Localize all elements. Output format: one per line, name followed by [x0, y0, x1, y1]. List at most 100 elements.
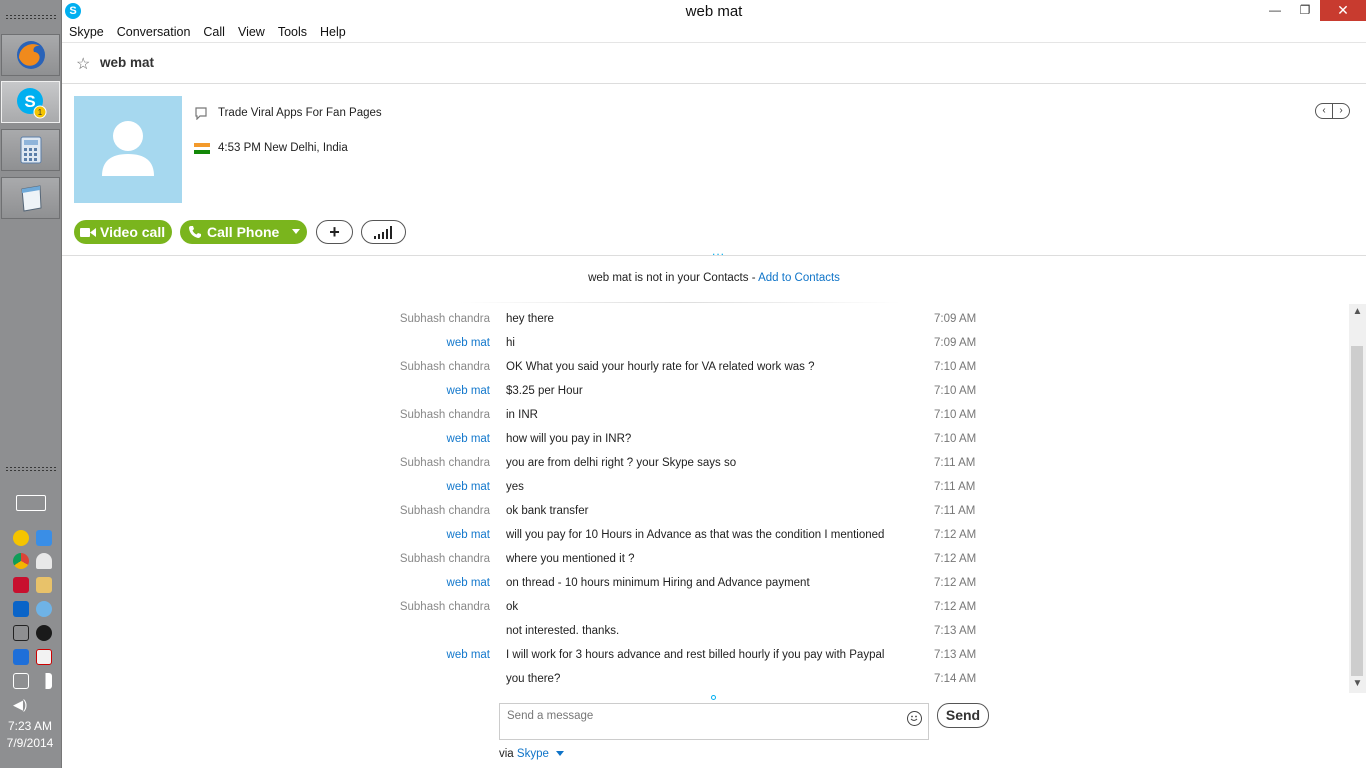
message-sender[interactable]: Subhash chandra [400, 505, 490, 517]
menu-help[interactable]: Help [313, 23, 352, 39]
message-text: will you pay for 10 Hours in Advance as … [506, 529, 885, 541]
message-sender[interactable]: web mat [447, 577, 490, 589]
signal-icon[interactable] [36, 673, 52, 689]
menu-conversation[interactable]: Conversation [110, 23, 197, 39]
message-text: hey there [506, 313, 554, 325]
mail-icon[interactable] [36, 577, 52, 593]
message-sender[interactable]: Subhash chandra [400, 409, 490, 421]
call-phone-label: Call Phone [207, 224, 280, 240]
message-text: you are from delhi right ? your Skype sa… [506, 457, 737, 469]
video-call-button[interactable]: Video call [74, 220, 172, 244]
contact-notice: web mat is not in your Contacts - Add to… [62, 272, 1366, 284]
message-text: yes [506, 481, 524, 493]
message-text: how will you pay in INR? [506, 433, 632, 445]
message-text: on thread - 10 hours minimum Hiring and … [506, 577, 810, 589]
scroll-up-icon[interactable]: ▲ [1349, 306, 1366, 317]
message-row: web mat I will work for 3 hours advance … [62, 649, 1342, 669]
next-arrow-icon[interactable]: › [1333, 104, 1349, 118]
phone-icon [189, 226, 201, 238]
message-sender[interactable]: web mat [447, 337, 490, 349]
volume-icon[interactable]: ◀) [13, 697, 29, 713]
message-time: 7:13 AM [934, 625, 977, 637]
message-sender[interactable]: web mat [447, 529, 490, 541]
emoticon-icon[interactable] [907, 711, 922, 726]
mood-message-icon [195, 107, 207, 120]
message-sender[interactable]: web mat [447, 481, 490, 493]
restore-button[interactable]: ❐ [1290, 0, 1320, 21]
message-text: you there? [506, 673, 561, 685]
minimize-button[interactable]: — [1260, 0, 1290, 21]
taskbar-date[interactable]: 7/9/2014 [0, 736, 60, 750]
menu-view[interactable]: View [231, 23, 271, 39]
add-button[interactable]: + [316, 220, 353, 244]
taskbar-notepad[interactable] [1, 177, 60, 219]
video-call-label: Video call [100, 224, 166, 240]
chat-scrollbar[interactable]: ▲ ▼ [1349, 304, 1366, 693]
conversation-header: ☆ web mat [62, 43, 1366, 84]
message-sender[interactable]: web mat [447, 385, 490, 397]
menu-tools[interactable]: Tools [271, 23, 313, 39]
outlook-icon[interactable] [13, 601, 29, 617]
onedrive-icon[interactable] [36, 530, 52, 546]
message-row: Subhash chandra ok 7:12 AM [62, 601, 1342, 621]
call-phone-button[interactable]: Call Phone [180, 220, 307, 244]
message-text: I will work for 3 hours advance and rest… [506, 649, 885, 661]
calculator-icon [20, 136, 41, 164]
via-skype-link[interactable]: Skype [517, 748, 549, 760]
message-row: web mat will you pay for 10 Hours in Adv… [62, 529, 1342, 549]
taskbar-time[interactable]: 7:23 AM [0, 719, 60, 733]
menu-call[interactable]: Call [196, 23, 231, 39]
message-time: 7:11 AM [934, 505, 976, 517]
message-row: web mat yes 7:11 AM [62, 481, 1342, 501]
avatar[interactable] [74, 96, 182, 203]
call-quality-button[interactable] [361, 220, 406, 244]
chrome-icon[interactable] [13, 553, 29, 569]
message-text: where you mentioned it ? [506, 553, 635, 565]
message-sender[interactable]: Subhash chandra [400, 553, 490, 565]
menu-bar: Skype Conversation Call View Tools Help [62, 23, 1366, 43]
close-button[interactable]: ✕ [1320, 0, 1366, 21]
call-dropdown-icon[interactable] [292, 229, 300, 234]
bell-icon[interactable] [36, 553, 52, 569]
prev-arrow-icon[interactable]: ‹ [1316, 104, 1333, 118]
message-sender[interactable]: web mat [447, 649, 490, 661]
scroll-down-icon[interactable]: ▼ [1349, 678, 1366, 689]
via-dropdown-icon[interactable] [556, 751, 565, 757]
add-to-contacts-link[interactable]: Add to Contacts [758, 272, 840, 284]
message-time: 7:09 AM [934, 313, 977, 325]
taskbar-grip[interactable] [5, 14, 57, 20]
send-button[interactable]: Send [937, 703, 989, 728]
taskbar-firefox[interactable] [1, 34, 60, 76]
message-sender[interactable]: Subhash chandra [400, 313, 490, 325]
profile-panel: Trade Viral Apps For Fan Pages 4:53 PM N… [62, 84, 1366, 258]
message-sender[interactable]: Subhash chandra [400, 457, 490, 469]
favorite-star-icon[interactable]: ☆ [76, 54, 90, 74]
skype-icon: S 1 [16, 88, 46, 119]
message-row: Subhash chandra hey there 7:09 AM [62, 313, 1342, 333]
teamviewer-icon[interactable] [13, 649, 29, 665]
taskbar-calculator[interactable] [1, 129, 60, 171]
skype-tray-icon[interactable] [13, 530, 29, 546]
signal-bars-icon [373, 225, 392, 239]
monitor-icon[interactable] [13, 625, 29, 641]
window-title: web mat [685, 3, 743, 20]
scroll-thumb[interactable] [1351, 346, 1363, 676]
menu-skype[interactable]: Skype [62, 23, 110, 39]
message-input[interactable]: Send a message [499, 703, 929, 740]
message-time: 7:10 AM [934, 361, 977, 373]
typing-indicator-icon [711, 695, 716, 700]
taskbar-grip-lower[interactable] [5, 466, 57, 472]
message-sender[interactable]: web mat [447, 433, 490, 445]
message-time: 7:12 AM [934, 577, 977, 589]
network-share-icon[interactable] [36, 601, 52, 617]
expand-profile-icon[interactable]: ... [712, 244, 725, 258]
taskbar-skype[interactable]: S 1 [1, 81, 60, 123]
message-sender[interactable]: Subhash chandra [400, 361, 490, 373]
power-icon[interactable] [13, 673, 29, 689]
message-row: web mat how will you pay in INR? 7:10 AM [62, 433, 1342, 453]
action-center-icon[interactable] [36, 649, 52, 665]
adobe-icon[interactable] [13, 577, 29, 593]
bluetooth-icon[interactable] [36, 625, 52, 641]
message-sender[interactable]: Subhash chandra [400, 601, 490, 613]
touch-keyboard-icon[interactable] [16, 495, 46, 511]
